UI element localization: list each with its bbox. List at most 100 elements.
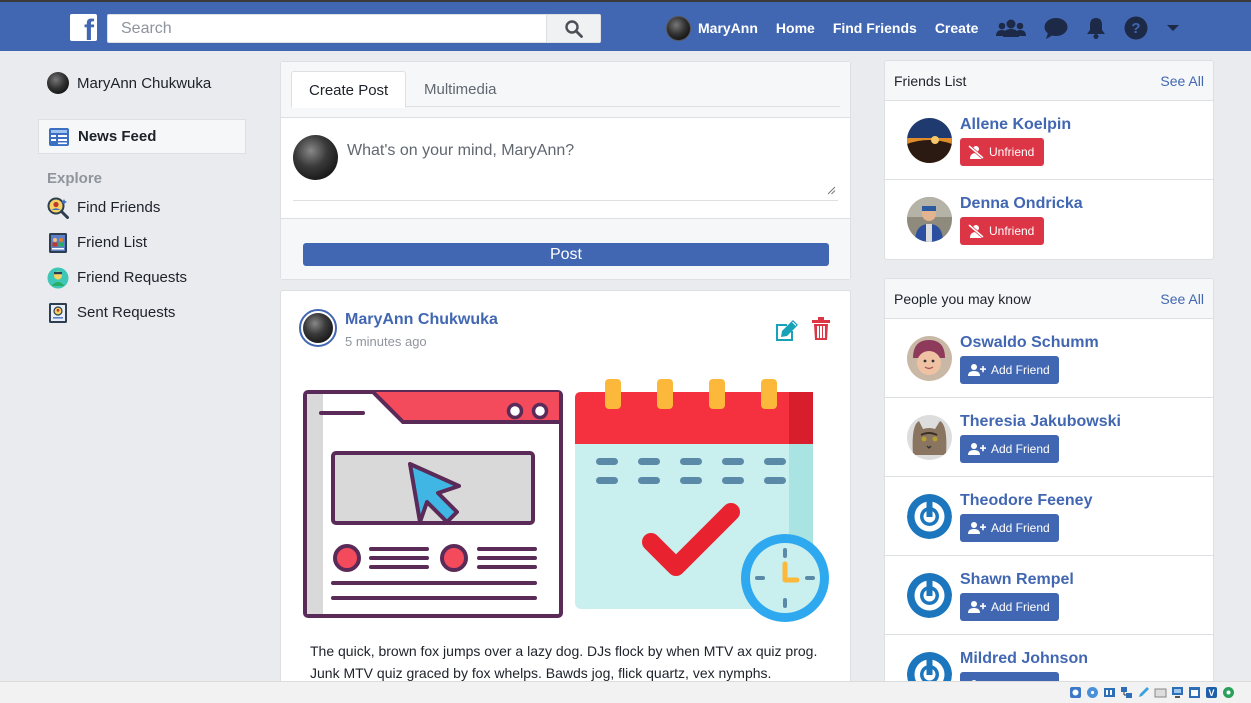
network-icon[interactable] bbox=[1119, 685, 1134, 700]
avatar bbox=[293, 135, 338, 180]
panel-header: People you may know See All bbox=[885, 279, 1213, 319]
user-slash-icon bbox=[968, 145, 984, 159]
sidebar-profile-link[interactable]: MaryAnn Chukwuka bbox=[38, 62, 246, 104]
audio-icon[interactable] bbox=[1102, 685, 1117, 700]
tab-create-post[interactable]: Create Post bbox=[291, 71, 407, 108]
display-icon[interactable] bbox=[1170, 685, 1185, 700]
sidebar-item-friend-list[interactable]: Friend List bbox=[38, 225, 246, 260]
add-friend-button[interactable]: Add Friend bbox=[960, 435, 1059, 463]
see-all-suggestions-link[interactable]: See All bbox=[1160, 291, 1204, 307]
edit-icon[interactable] bbox=[773, 319, 799, 346]
nav-home[interactable]: Home bbox=[776, 20, 815, 36]
avatar[interactable] bbox=[907, 336, 952, 381]
user-plus-icon bbox=[968, 601, 986, 613]
suggestion-name[interactable]: Theodore Feeney bbox=[960, 492, 1092, 510]
feed-post: MaryAnn Chukwuka 5 minutes ago The quick… bbox=[280, 290, 851, 703]
post-timestamp: 5 minutes ago bbox=[345, 334, 427, 349]
post-button[interactable]: Post bbox=[303, 243, 829, 266]
top-navbar: f MaryAnn Home Find Friends Create ? bbox=[0, 0, 1251, 51]
post-text: The quick, brown fox jumps over a lazy d… bbox=[310, 643, 818, 681]
sidebar-item-label: Find Friends bbox=[77, 199, 161, 216]
disk-icon[interactable] bbox=[1068, 685, 1083, 700]
caret-down-icon[interactable] bbox=[1166, 23, 1180, 33]
post-image bbox=[303, 379, 829, 622]
user-plus-icon bbox=[968, 443, 986, 455]
suggestion-name[interactable]: Mildred Johnson bbox=[960, 650, 1088, 668]
svg-text:V: V bbox=[1208, 688, 1214, 698]
post-textarea[interactable] bbox=[347, 142, 839, 200]
nav-create[interactable]: Create bbox=[935, 20, 979, 36]
optical-drive-icon[interactable] bbox=[1085, 685, 1100, 700]
suggestion-item: Theresia Jakubowski Add Friend bbox=[885, 398, 1213, 477]
nav-find-friends[interactable]: Find Friends bbox=[833, 20, 917, 36]
find-friends-icon bbox=[47, 197, 69, 219]
suggestion-name[interactable]: Shawn Rempel bbox=[960, 571, 1074, 589]
sidebar-item-sent-requests[interactable]: Sent Requests bbox=[38, 295, 246, 330]
composer-footer: Post bbox=[281, 219, 850, 279]
top-nav: MaryAnn Home Find Friends Create ? bbox=[666, 12, 1198, 44]
trash-icon[interactable] bbox=[811, 317, 831, 344]
sidebar-item-news-feed[interactable]: News Feed bbox=[38, 119, 246, 154]
friends-icon[interactable] bbox=[996, 18, 1027, 38]
search-input[interactable] bbox=[108, 15, 548, 42]
friend-name[interactable]: Allene Koelpin bbox=[960, 116, 1071, 134]
user-plus-icon bbox=[968, 364, 986, 376]
sidebar-item-label: Friend List bbox=[77, 234, 148, 251]
vm-icon[interactable]: V bbox=[1204, 685, 1219, 700]
svg-text:?: ? bbox=[1132, 20, 1141, 37]
notifications-bell-icon[interactable] bbox=[1086, 17, 1106, 39]
panel-title: Friends List bbox=[894, 72, 967, 89]
friend-item: Allene Koelpin Unfriend bbox=[885, 101, 1213, 180]
user-plus-icon bbox=[968, 522, 986, 534]
panel-title: People you may know bbox=[894, 290, 1031, 307]
unfriend-button[interactable]: Unfriend bbox=[960, 138, 1045, 166]
avatar[interactable] bbox=[907, 197, 952, 242]
post-author[interactable]: MaryAnn Chukwuka bbox=[345, 311, 498, 329]
see-all-friends-link[interactable]: See All bbox=[1160, 73, 1204, 89]
news-feed-icon bbox=[48, 127, 70, 147]
pen-icon[interactable] bbox=[1136, 685, 1151, 700]
avatar[interactable] bbox=[907, 415, 952, 460]
resize-grip-icon[interactable] bbox=[827, 182, 836, 198]
friend-item: Denna Ondricka Unfriend bbox=[885, 180, 1213, 259]
add-friend-button[interactable]: Add Friend bbox=[960, 514, 1059, 542]
help-icon[interactable]: ? bbox=[1124, 16, 1148, 40]
composer-tabs: Create Post Multimedia bbox=[281, 62, 850, 118]
unfriend-button[interactable]: Unfriend bbox=[960, 217, 1045, 245]
suggestion-name[interactable]: Theresia Jakubowski bbox=[960, 413, 1121, 431]
friends-list-panel: Friends List See All Allene Koelpin Unfr… bbox=[884, 60, 1214, 260]
avatar[interactable] bbox=[299, 309, 337, 347]
add-friend-button[interactable]: Add Friend bbox=[960, 356, 1059, 384]
avatar[interactable] bbox=[907, 573, 952, 618]
suggestion-item: Oswaldo Schumm Add Friend bbox=[885, 319, 1213, 398]
facebook-logo[interactable]: f bbox=[70, 14, 97, 41]
window-icon[interactable] bbox=[1187, 685, 1202, 700]
suggestion-name[interactable]: Oswaldo Schumm bbox=[960, 334, 1099, 352]
people-you-may-know-panel: People you may know See All Oswaldo Schu… bbox=[884, 278, 1214, 698]
avatar bbox=[47, 72, 69, 94]
tab-multimedia[interactable]: Multimedia bbox=[407, 71, 514, 108]
settings-icon[interactable] bbox=[1221, 685, 1236, 700]
nav-profile-link[interactable]: MaryAnn bbox=[666, 15, 758, 41]
sidebar-item-label: News Feed bbox=[78, 128, 157, 145]
suggestion-item: Theodore Feeney Add Friend bbox=[885, 477, 1213, 556]
user-slash-icon bbox=[968, 224, 984, 238]
avatar bbox=[666, 15, 691, 41]
explore-heading: Explore bbox=[47, 170, 103, 187]
folder-icon[interactable] bbox=[1153, 685, 1168, 700]
avatar[interactable] bbox=[907, 494, 952, 539]
panel-header: Friends List See All bbox=[885, 61, 1213, 101]
friend-name[interactable]: Denna Ondricka bbox=[960, 195, 1083, 213]
divider bbox=[293, 200, 838, 201]
messages-icon[interactable] bbox=[1044, 17, 1068, 39]
composer-body bbox=[281, 118, 850, 219]
search-bar bbox=[107, 14, 601, 43]
add-friend-button[interactable]: Add Friend bbox=[960, 593, 1059, 621]
sidebar-user-name: MaryAnn Chukwuka bbox=[77, 74, 212, 92]
avatar[interactable] bbox=[907, 118, 952, 163]
nav-user-name: MaryAnn bbox=[698, 20, 758, 36]
sidebar-item-friend-requests[interactable]: Friend Requests bbox=[38, 260, 246, 295]
sidebar-item-find-friends[interactable]: Find Friends bbox=[38, 190, 246, 225]
search-button[interactable] bbox=[546, 15, 600, 42]
sidebar-item-label: Friend Requests bbox=[77, 269, 188, 286]
